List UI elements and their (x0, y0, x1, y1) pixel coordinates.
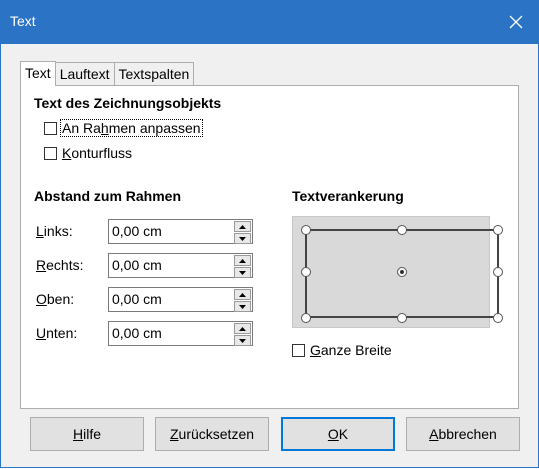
tab-lauftext[interactable]: Lauftext (54, 62, 115, 85)
contour-checkbox[interactable]: Konturfluss (44, 144, 134, 162)
spin-up-icon (239, 224, 246, 229)
left-label: Links: (36, 223, 73, 239)
text-anchor-control[interactable] (292, 216, 503, 328)
full-width-label: Ganze Breite (310, 342, 392, 358)
anchor-bottom-left[interactable] (301, 313, 311, 323)
top-spacing-input[interactable] (109, 288, 232, 309)
close-button[interactable] (493, 0, 539, 44)
bottom-spacing-spinbox[interactable] (108, 321, 253, 346)
right-spacing-input[interactable] (109, 254, 232, 275)
tab-textspalten[interactable]: Textspalten (113, 62, 195, 85)
contour-label: Konturfluss (62, 145, 133, 161)
fit-frame-checkbox-box[interactable] (44, 121, 57, 135)
bottom-label: Unten: (36, 325, 78, 341)
left-spacing-input[interactable] (109, 220, 232, 241)
spin-up-icon (239, 258, 246, 263)
top-spacing-up-button[interactable] (234, 289, 251, 300)
spin-down-icon (239, 304, 246, 309)
anchor-middle-left[interactable] (301, 267, 311, 277)
left-spacing-spinbox[interactable] (108, 219, 253, 244)
bottom-spacing-input[interactable] (109, 322, 232, 343)
anchor-top-right[interactable] (493, 225, 503, 235)
ok-button[interactable]: OK (281, 417, 395, 451)
full-width-checkbox-box[interactable] (292, 343, 305, 357)
tab-bar: Text Lauftext Textspalten (20, 61, 195, 86)
top-label: Oben: (36, 291, 75, 307)
right-label: Rechts: (36, 257, 84, 273)
anchor-center[interactable] (397, 267, 407, 277)
right-spacing-up-button[interactable] (234, 255, 251, 266)
contour-checkbox-box[interactable] (44, 146, 57, 160)
bottom-spacing-down-button[interactable] (234, 335, 251, 346)
anchor-top-center[interactable] (397, 225, 407, 235)
anchor-section-heading: Textverankerung (292, 188, 404, 204)
fit-frame-label: An Rahmen anpassen (60, 119, 203, 137)
anchor-bottom-center[interactable] (397, 313, 407, 323)
spin-down-icon (239, 270, 246, 275)
help-button[interactable]: Hilfe (30, 417, 144, 451)
selected-dot-icon (400, 270, 404, 274)
spin-down-icon (239, 338, 246, 343)
reset-button[interactable]: Zurücksetzen (155, 417, 269, 451)
tab-panel-text: Text des Zeichnungsobjekts An Rahmen anp… (20, 85, 519, 409)
right-spacing-down-button[interactable] (234, 267, 251, 278)
bottom-spacing-up-button[interactable] (234, 323, 251, 334)
top-spacing-down-button[interactable] (234, 301, 251, 312)
left-spacing-down-button[interactable] (234, 233, 251, 244)
right-spacing-spinbox[interactable] (108, 253, 253, 278)
left-spacing-up-button[interactable] (234, 221, 251, 232)
window-title: Text (10, 13, 36, 29)
fit-frame-checkbox[interactable]: An Rahmen anpassen (44, 119, 203, 137)
object-section-heading: Text des Zeichnungsobjekts (34, 95, 222, 111)
dialog-body: Text Lauftext Textspalten Text des Zeich… (0, 44, 539, 468)
top-spacing-spinbox[interactable] (108, 287, 253, 312)
anchor-bottom-right[interactable] (493, 313, 503, 323)
full-width-checkbox[interactable]: Ganze Breite (292, 341, 394, 359)
spacing-section-heading: Abstand zum Rahmen (34, 188, 182, 204)
anchor-middle-right[interactable] (493, 267, 503, 277)
anchor-top-left[interactable] (301, 225, 311, 235)
close-icon (509, 15, 523, 29)
title-bar: Text (0, 0, 539, 44)
cancel-button[interactable]: Abbrechen (406, 417, 520, 451)
spin-down-icon (239, 236, 246, 241)
spin-up-icon (239, 292, 246, 297)
tab-text[interactable]: Text (20, 61, 56, 86)
spin-up-icon (239, 326, 246, 331)
